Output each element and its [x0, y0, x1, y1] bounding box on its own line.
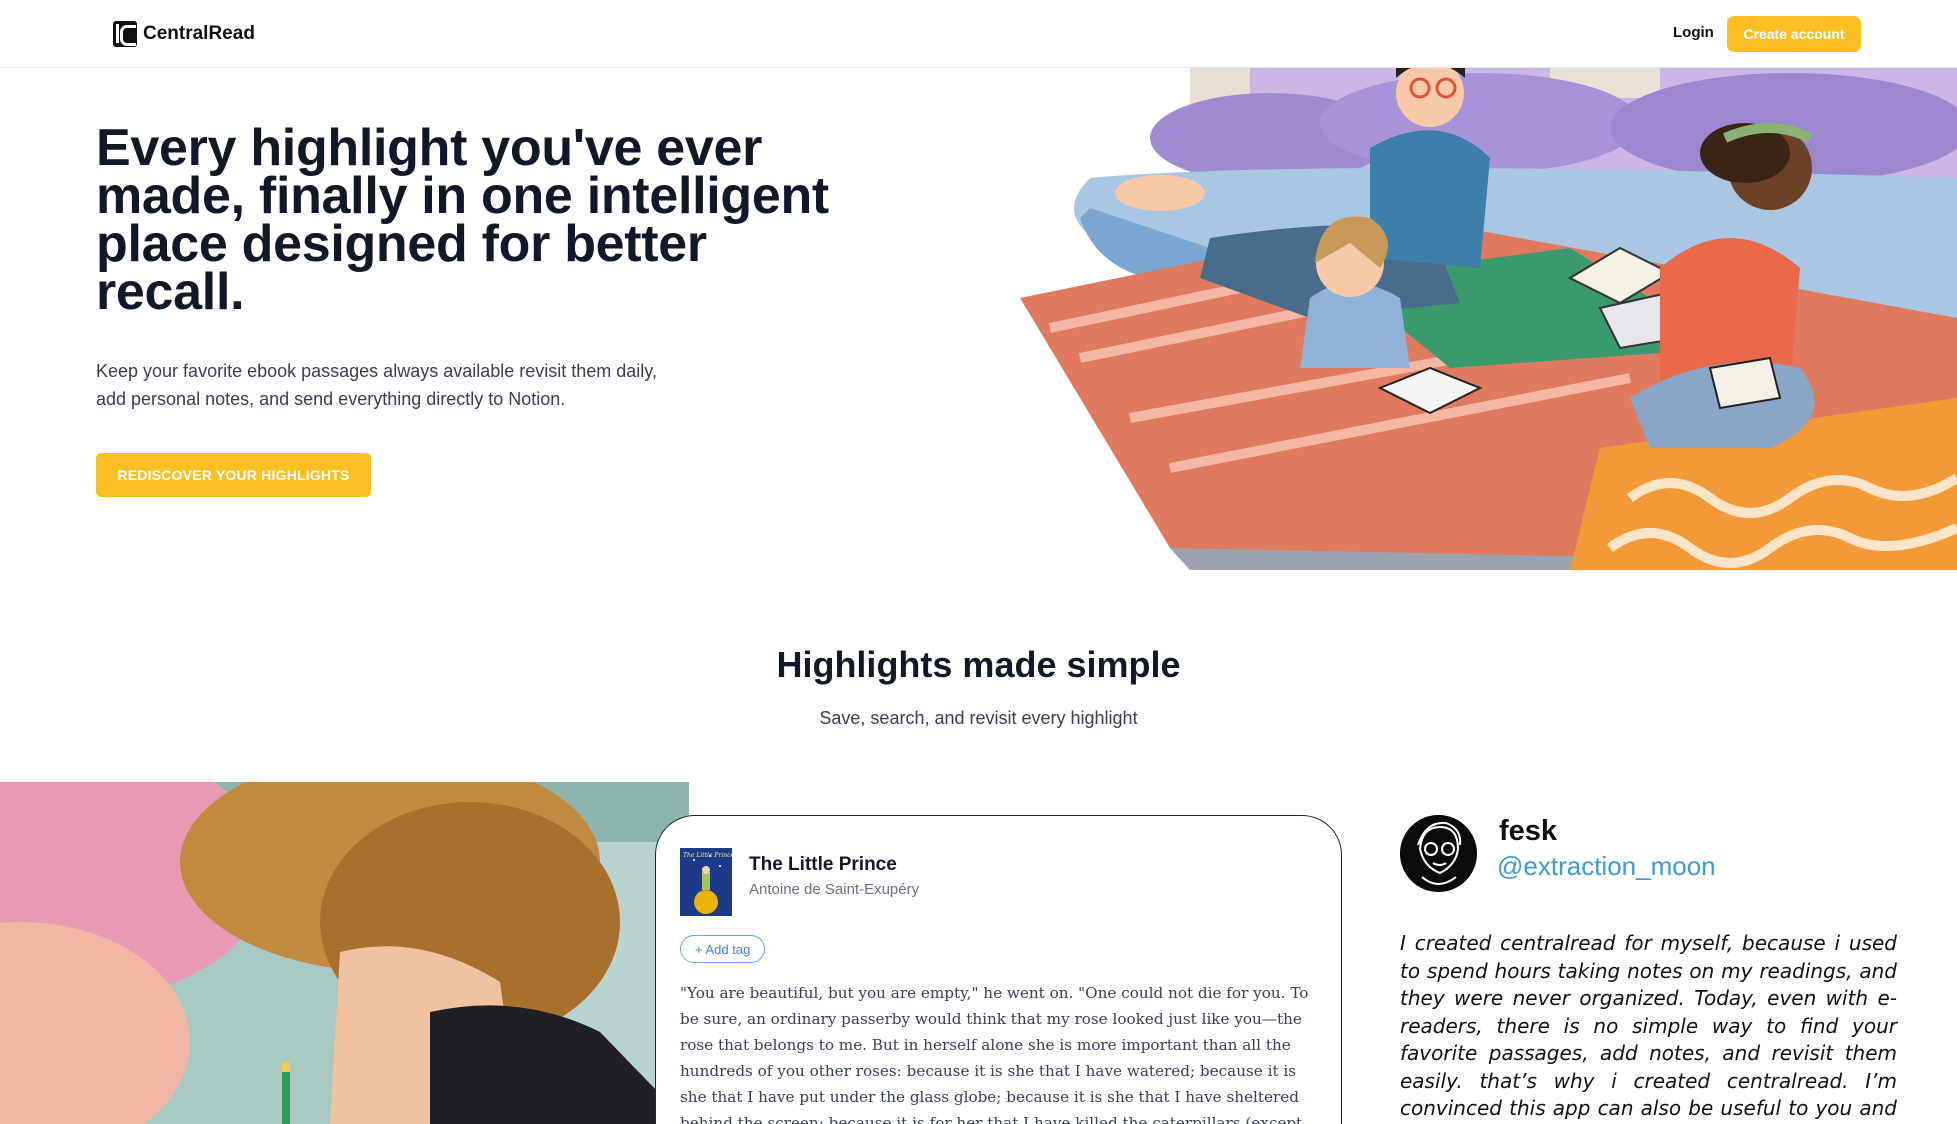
hero-subtitle-line-2: add personal notes, and send everything …: [96, 389, 566, 409]
hero-subtitle-line-1: Keep your favorite ebook passages always…: [96, 361, 657, 381]
testimonial-quote: I created centralread for myself, becaus…: [1400, 931, 1897, 1124]
reading-person-photo: [0, 782, 689, 1124]
highlight-passage: "You are beautiful, but you are empty," …: [680, 984, 1309, 1124]
book-cover-image: The Little Prince: [680, 848, 732, 916]
hero-subtitle: Keep your favorite ebook passages always…: [96, 357, 696, 413]
centralread-logo-icon: [113, 21, 137, 47]
rediscover-highlights-button[interactable]: REDISCOVER YOUR HIGHLIGHTS: [96, 453, 371, 497]
book-author: Antoine de Saint-Exupéry: [749, 881, 920, 898]
brand-logo[interactable]: CentralRead: [113, 21, 255, 47]
section-title: Highlights made simple: [776, 644, 1181, 685]
book-title: The Little Prince: [749, 854, 897, 875]
highlight-card: The Little Prince The Little Prince Anto…: [655, 815, 1342, 1124]
add-tag-button[interactable]: + Add tag: [680, 935, 766, 963]
hero-title: Every highlight you've ever made, finall…: [96, 119, 829, 321]
brand-name: CentralRead: [143, 23, 255, 44]
svg-text:The Little Prince: The Little Prince: [683, 852, 732, 859]
avatar: [1400, 815, 1477, 892]
testimonial-author-name: fesk: [1499, 815, 1558, 847]
testimonial-author-handle[interactable]: @extraction_moon: [1497, 851, 1716, 882]
create-account-button[interactable]: Create account: [1727, 16, 1861, 52]
hero-illustration: [1020, 68, 1957, 570]
section-subtitle: Save, search, and revisit every highligh…: [819, 708, 1138, 728]
login-link[interactable]: Login: [1673, 24, 1714, 41]
top-navbar: CentralRead Login Create account: [0, 0, 1957, 68]
